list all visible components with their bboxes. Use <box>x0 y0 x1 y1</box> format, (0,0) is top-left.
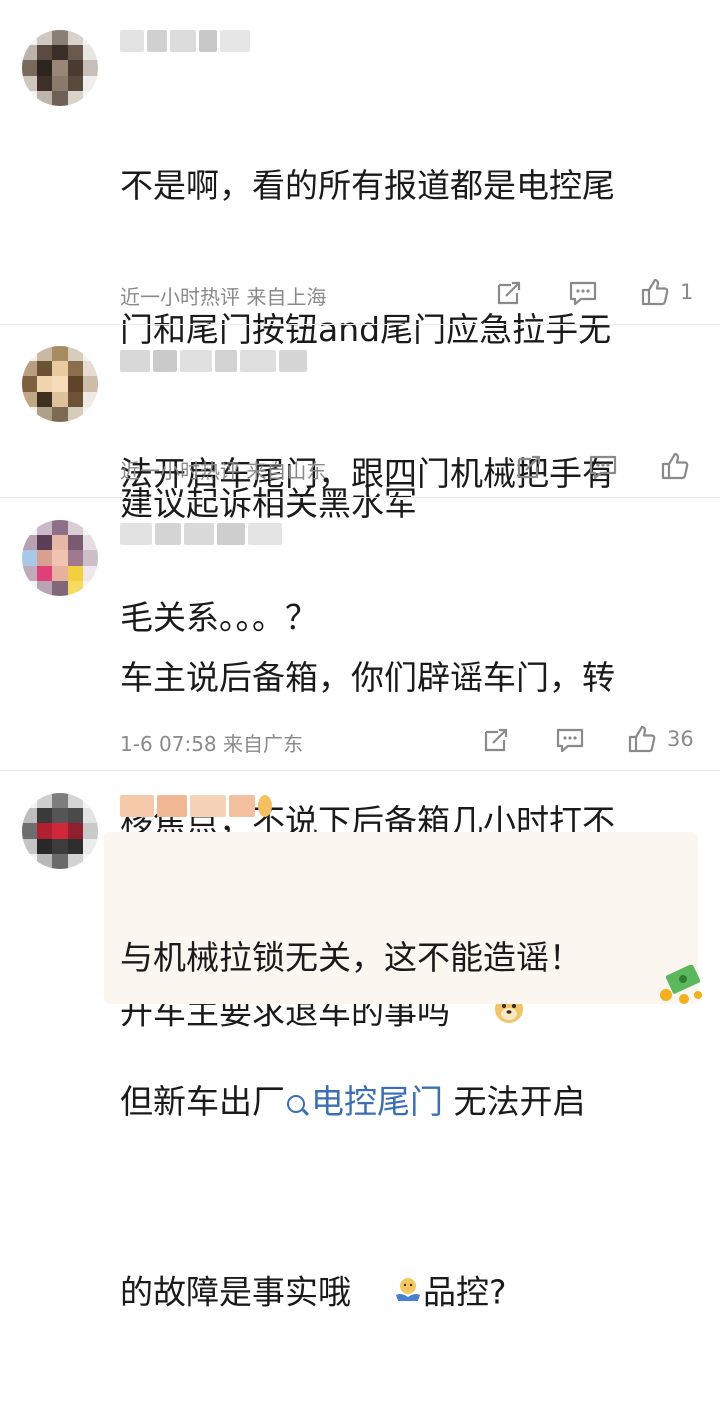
repost-button[interactable] <box>515 453 543 481</box>
comment-icon <box>556 728 584 753</box>
repost-icon <box>484 728 508 752</box>
comment-button[interactable] <box>568 279 598 307</box>
like-count: 1 <box>680 280 694 304</box>
username-blurred[interactable] <box>120 795 272 817</box>
like-count: 36 <box>667 727 694 751</box>
money-sticker-icon <box>654 964 704 1011</box>
repost-icon <box>497 281 521 305</box>
comment-text: 与机械拉锁无关，这不能造谣！ 但新车出厂 电控尾门 无法开启 的故障是事实哦 品控… <box>120 838 710 1414</box>
shrug-emoji-icon <box>351 1222 423 1366</box>
divider <box>0 497 720 498</box>
comment-meta: 近一小时热评 来自上海 <box>120 285 327 309</box>
avatar[interactable] <box>22 30 98 106</box>
like-button[interactable]: 1 <box>640 277 693 307</box>
repost-button[interactable] <box>482 726 510 754</box>
comment-button[interactable] <box>588 453 618 481</box>
username-blurred[interactable] <box>120 523 282 545</box>
topic-link[interactable]: 电控尾门 <box>285 1082 443 1121</box>
avatar[interactable] <box>22 793 98 869</box>
like-button[interactable] <box>660 451 690 481</box>
username-blurred[interactable] <box>120 30 250 52</box>
thumbs-up-icon <box>641 278 669 306</box>
divider <box>0 770 720 771</box>
divider <box>0 324 720 325</box>
thumbs-up-icon <box>661 452 689 480</box>
thumbs-up-icon <box>628 725 656 753</box>
comment-icon <box>589 455 617 480</box>
avatar[interactable] <box>22 520 98 596</box>
search-icon <box>287 1094 305 1113</box>
avatar[interactable] <box>22 346 98 422</box>
repost-icon <box>517 455 541 479</box>
like-button[interactable]: 36 <box>627 724 694 754</box>
comment-button[interactable] <box>555 726 585 754</box>
comment-meta: 1-6 07:58 来自广东 <box>120 732 304 756</box>
comment-icon <box>569 281 597 306</box>
repost-button[interactable] <box>495 279 523 307</box>
username-blurred[interactable] <box>120 350 307 372</box>
comment-meta: 近一小时热评 来自山东 <box>120 459 327 483</box>
